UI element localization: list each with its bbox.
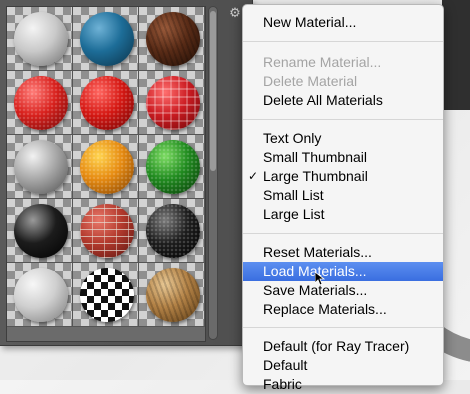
menu-item-save-materials[interactable]: Save Materials... xyxy=(243,281,443,300)
menu-separator xyxy=(243,233,443,234)
material-thumbnail-grid-frame xyxy=(6,6,206,342)
material-thumbnail-red-brick[interactable] xyxy=(73,199,139,263)
material-sphere-preview xyxy=(80,76,134,130)
material-sphere-preview xyxy=(80,204,134,258)
material-thumbnail-green-textured[interactable] xyxy=(139,135,205,199)
menu-item-reset-materials[interactable]: Reset Materials... xyxy=(243,243,443,262)
menu-item-fabric[interactable]: Fabric xyxy=(243,375,443,394)
material-sphere-preview xyxy=(14,76,68,130)
material-thumbnail-white-plaster[interactable] xyxy=(7,7,73,71)
menu-separator xyxy=(243,119,443,120)
mouse-cursor-icon xyxy=(315,272,325,286)
menu-item-delete-all-materials[interactable]: Delete All Materials xyxy=(243,91,443,110)
menu-item-delete-material: Delete Material xyxy=(263,73,358,89)
menu-item-small-list[interactable]: Small List xyxy=(243,186,443,205)
menu-item-default[interactable]: Default xyxy=(243,356,443,375)
material-thumbnail-black-glossy[interactable] xyxy=(7,199,73,263)
menu-item-small-thumbnail[interactable]: Small Thumbnail xyxy=(243,148,443,167)
material-sphere-preview xyxy=(14,204,68,258)
material-sphere-preview xyxy=(14,268,68,322)
material-sphere-preview xyxy=(146,12,200,66)
material-thumbnail-tan-rock[interactable] xyxy=(139,263,205,327)
material-thumbnail-blue-glossy[interactable] xyxy=(73,7,139,71)
material-sphere-preview xyxy=(80,140,134,194)
menu-item-load-materials[interactable]: Load Materials... xyxy=(243,262,443,281)
material-options-menu: New Material... Rename Material... Delet… xyxy=(242,4,444,392)
material-sphere-preview xyxy=(14,140,68,194)
material-thumbnail-red-plaid[interactable] xyxy=(139,71,205,135)
menu-item-default-ray-tracer[interactable]: Default (for Ray Tracer) xyxy=(243,337,443,356)
material-thumbnail-red-leather[interactable] xyxy=(73,71,139,135)
material-sphere-preview xyxy=(146,76,200,130)
material-thumbnail-checker[interactable] xyxy=(73,263,139,327)
menu-item-rename-material: Rename Material... xyxy=(263,54,382,70)
menu-separator xyxy=(243,41,443,42)
menu-item-text-only[interactable]: Text Only xyxy=(243,129,443,148)
material-thumbnail-grey-matte[interactable] xyxy=(7,135,73,199)
menu-item-replace-materials[interactable]: Replace Materials... xyxy=(243,300,443,319)
menu-item-large-thumbnail[interactable]: ✓ Large Thumbnail xyxy=(243,167,443,186)
material-thumbnail-black-granite[interactable] xyxy=(139,199,205,263)
material-thumbnail-white-stucco[interactable] xyxy=(7,263,73,327)
material-picker-panel: ⚙ xyxy=(0,0,253,346)
menu-item-label: Large Thumbnail xyxy=(263,168,368,184)
material-thumbnail-red-fabric-dots[interactable] xyxy=(7,71,73,135)
material-thumbnail-dark-wood[interactable] xyxy=(139,7,205,71)
menu-item-new-material[interactable]: New Material... xyxy=(243,13,443,32)
material-sphere-preview xyxy=(80,12,134,66)
gear-icon[interactable]: ⚙ xyxy=(228,7,242,21)
material-thumbnail-orange-textured[interactable] xyxy=(73,135,139,199)
checkmark-icon: ✓ xyxy=(248,169,259,183)
scrollbar-thumb[interactable] xyxy=(210,11,216,171)
material-sphere-preview xyxy=(146,140,200,194)
material-sphere-preview xyxy=(14,12,68,66)
material-sphere-preview xyxy=(80,268,134,322)
material-thumbnail-grid xyxy=(7,7,205,327)
menu-separator xyxy=(243,327,443,328)
background-panel xyxy=(442,0,470,110)
material-sphere-preview xyxy=(146,268,200,322)
material-sphere-preview xyxy=(146,204,200,258)
menu-item-large-list[interactable]: Large List xyxy=(243,205,443,224)
scrollbar[interactable] xyxy=(208,6,218,340)
